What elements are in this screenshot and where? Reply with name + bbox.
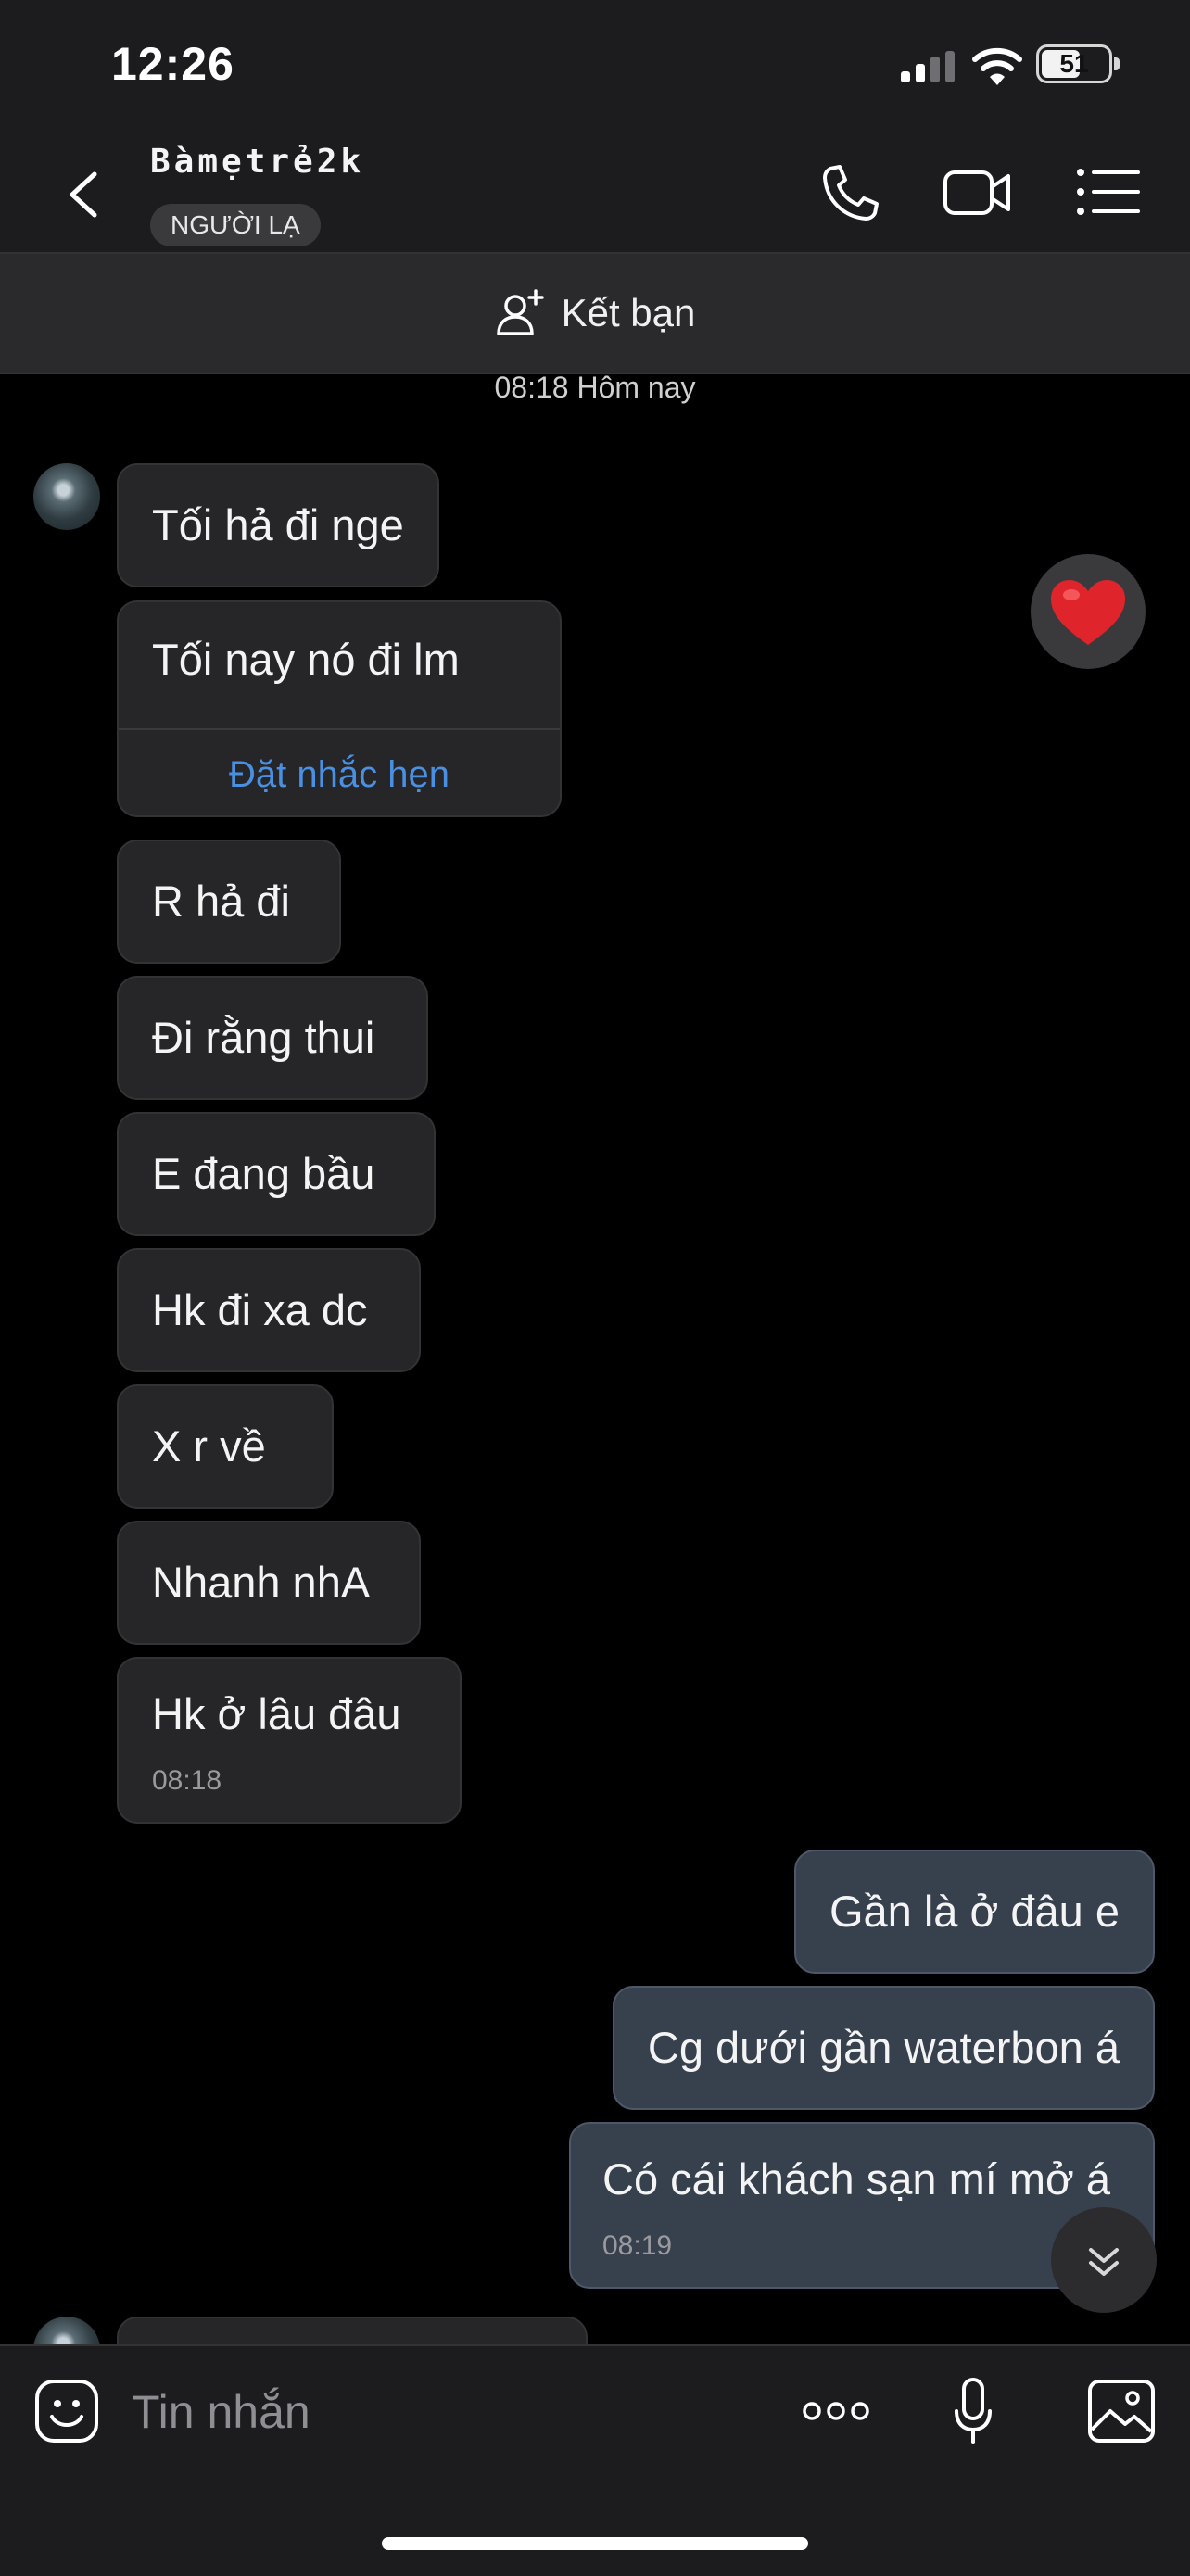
set-reminder-link[interactable]: Đặt nhắc hẹn [119, 749, 560, 801]
message-time: 08:18 [152, 1765, 222, 1796]
menu-list-icon[interactable] [1071, 159, 1146, 224]
heart-reaction-button[interactable] [1031, 554, 1146, 669]
message-in[interactable]: X r về [117, 1384, 334, 1509]
battery-icon: 51 [1036, 44, 1112, 83]
avatar[interactable] [33, 463, 100, 530]
add-friend-label: Kết bạn [561, 291, 696, 335]
cellular-signal-icon [901, 51, 956, 82]
contact-name[interactable]: Bàmẹtrẻ2k [150, 143, 364, 181]
chevron-double-down-icon [1089, 2248, 1119, 2276]
message-in-text: Hk ở lâu đâu [152, 1689, 401, 1738]
message-in[interactable]: R hả đi [117, 840, 341, 964]
back-icon[interactable] [56, 158, 111, 232]
add-friend-bar[interactable]: Kết bạn [0, 254, 1190, 374]
image-gallery-icon[interactable] [1084, 2378, 1158, 2444]
message-input[interactable]: Tin nhắn [132, 2385, 310, 2439]
message-in[interactable]: Tối hả đi nge [117, 463, 439, 587]
video-icon[interactable] [940, 159, 1014, 224]
more-dots-icon[interactable] [799, 2378, 873, 2444]
emoji-sticker-icon[interactable] [30, 2378, 104, 2444]
message-in[interactable]: Nhanh nhA [117, 1521, 421, 1645]
stranger-badge: NGƯỜI LẠ [150, 204, 321, 246]
message-in[interactable]: Đi rằng thui [117, 976, 428, 1100]
status-time: 12:26 [111, 38, 234, 90]
day-separator: 08:18 Hôm nay [494, 371, 696, 404]
add-person-icon [496, 289, 544, 335]
message-in-with-time[interactable]: Hk ở lâu đâu 08:18 [117, 1657, 462, 1824]
battery-nub [1114, 57, 1120, 70]
heart-icon [1051, 580, 1125, 645]
message-in-text: Tối nay nó đi lm [152, 635, 460, 684]
message-in-with-reminder[interactable]: Tối nay nó đi lm Đặt nhắc hẹn [117, 600, 562, 817]
message-in[interactable]: Hk đi xa dc [117, 1248, 421, 1372]
scroll-to-bottom-button[interactable] [1051, 2207, 1157, 2313]
reminder-divider [119, 728, 560, 730]
message-out[interactable]: Cg dưới gần waterbon á [612, 1986, 1155, 2110]
phone-icon[interactable] [814, 159, 888, 224]
microphone-icon[interactable] [936, 2378, 1010, 2444]
message-out[interactable]: Gần là ở đâu e [793, 1850, 1155, 1974]
message-time: 08:19 [602, 2230, 673, 2261]
battery-percent: 51 [1059, 49, 1089, 78]
message-in[interactable]: E đang bầu [117, 1112, 436, 1236]
home-indicator[interactable] [382, 2537, 808, 2550]
message-out-text: Có cái khách sạn mí mở á [602, 2154, 1111, 2203]
wifi-icon [972, 47, 1022, 85]
